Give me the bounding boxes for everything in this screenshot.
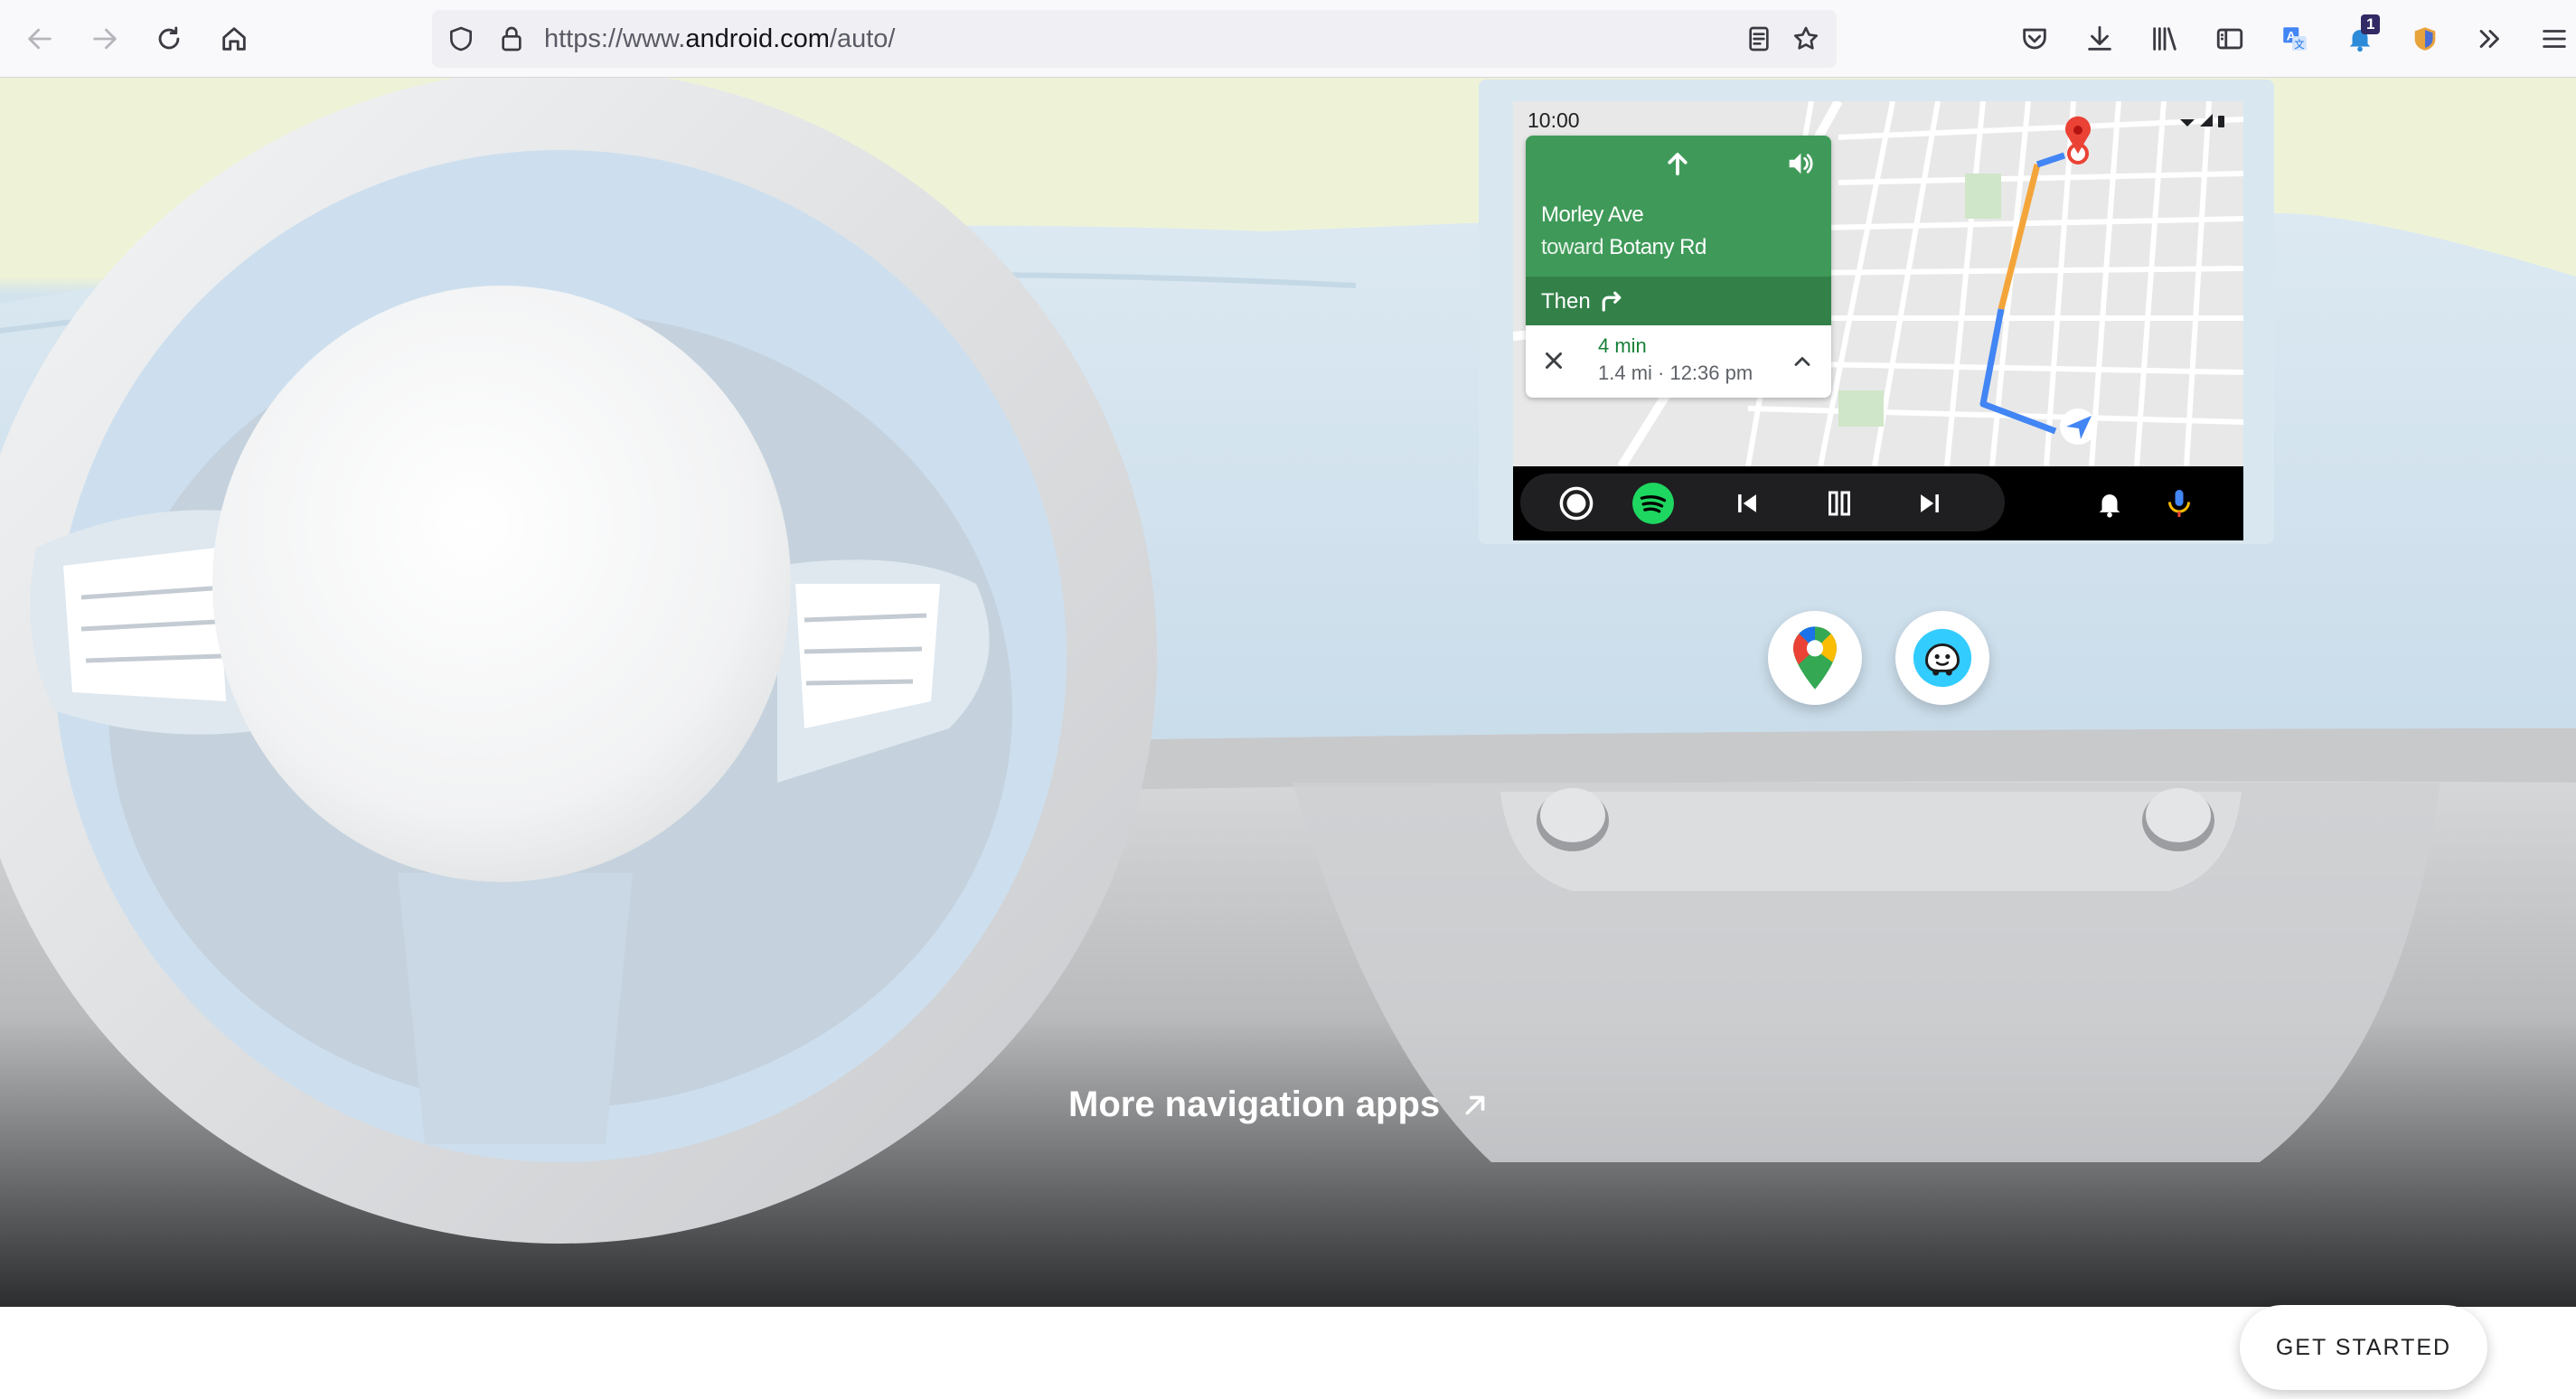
home-button[interactable] — [212, 17, 256, 61]
download-icon — [2088, 25, 2111, 51]
pocket-icon — [2023, 28, 2046, 50]
url-path: /auto/ — [829, 24, 896, 53]
extension-badge: 1 — [2361, 14, 2381, 34]
url-bar[interactable]: https://www.android.com/auto/ — [432, 10, 1837, 68]
pause-icon — [1829, 491, 1850, 516]
next-maneuver-panel: Then — [1526, 277, 1831, 325]
more-navigation-apps-link[interactable]: More navigation apps — [1068, 1084, 1490, 1125]
reader-view-icon[interactable] — [1741, 21, 1777, 57]
library-icon — [2153, 27, 2176, 51]
google-maps-app-button[interactable] — [1768, 611, 1862, 705]
bookmark-star-icon[interactable] — [1788, 21, 1824, 57]
reload-icon — [158, 26, 180, 50]
home-icon — [222, 27, 246, 51]
then-label: Then — [1541, 289, 1591, 314]
library-button[interactable] — [2143, 17, 2186, 61]
toward-prefix: toward — [1541, 235, 1604, 259]
notifications-button[interactable] — [2087, 481, 2132, 526]
browser-toolbar: https://www.android.com/auto/ A文 1 — [0, 0, 2576, 78]
pause-button[interactable] — [1817, 481, 1862, 526]
forward-button[interactable] — [83, 17, 127, 61]
get-started-button[interactable]: GET STARTED — [2240, 1305, 2487, 1390]
maneuver-street: Morley Ave — [1541, 202, 1644, 227]
more-link-label: More navigation apps — [1068, 1084, 1441, 1124]
hamburger-menu-icon — [2543, 30, 2566, 48]
previous-track-button[interactable] — [1725, 481, 1770, 526]
bell-icon — [2099, 494, 2120, 518]
shield-extension-button[interactable] — [2403, 17, 2447, 61]
launcher-circle-icon — [1559, 486, 1594, 521]
maneuver-toward: toward Botany Rd — [1541, 235, 1706, 260]
back-button[interactable] — [18, 17, 61, 61]
url-text[interactable]: https://www.android.com/auto/ — [544, 24, 895, 54]
reload-button[interactable] — [147, 17, 191, 61]
media-bar — [1513, 466, 2243, 540]
voice-assistant-button[interactable] — [2157, 481, 2202, 526]
next-track-button[interactable] — [1907, 481, 1952, 526]
skip-previous-icon — [1738, 494, 1756, 512]
downloads-button[interactable] — [2078, 17, 2121, 61]
translate-extension-button[interactable]: A文 — [2273, 17, 2317, 61]
tracking-protection-shield-icon[interactable] — [443, 21, 479, 57]
lock-icon[interactable] — [494, 21, 530, 57]
close-icon[interactable] — [1540, 347, 1567, 374]
status-time: 10:00 — [1528, 108, 1580, 132]
spotify-icon — [1632, 483, 1674, 524]
arrow-right-icon — [93, 28, 117, 50]
shield-extension-icon — [2414, 27, 2436, 51]
eta-minutes: 4 min — [1598, 334, 1647, 357]
svg-text:文: 文 — [2294, 38, 2304, 51]
pocket-button[interactable] — [2013, 17, 2056, 61]
overflow-button[interactable] — [2468, 17, 2512, 61]
sidebar-button[interactable] — [2208, 17, 2252, 61]
chevrons-right-icon — [2479, 30, 2499, 48]
menu-button[interactable] — [2533, 17, 2576, 61]
skip-next-icon — [1921, 494, 1939, 512]
url-host: android.com — [685, 24, 830, 53]
maneuver-panel: Morley Ave toward Botany Rd — [1526, 136, 1831, 277]
sidebar-icon — [2216, 28, 2243, 50]
chevron-up-icon[interactable] — [1790, 349, 1815, 374]
google-maps-icon — [1793, 626, 1837, 690]
arrow-up-right-icon — [1465, 1095, 1485, 1114]
arrow-left-icon — [28, 28, 52, 50]
arrow-up-icon — [1668, 153, 1688, 176]
eta-panel: 4 min 1.4 mi · 12:36 pm — [1526, 325, 1831, 398]
translate-icon: A文 — [2283, 27, 2307, 51]
eta-detail: 1.4 mi · 12:36 pm — [1598, 361, 1753, 384]
waze-icon — [1913, 628, 1972, 688]
launcher-button[interactable] — [1554, 481, 1599, 526]
toward-street: Botany Rd — [1609, 235, 1706, 259]
waze-app-button[interactable] — [1895, 611, 1989, 705]
microphone-icon — [2168, 490, 2190, 517]
turn-by-turn-card[interactable]: Morley Ave toward Botany Rd Then 4 min 1… — [1526, 136, 1831, 398]
url-prefix: https://www. — [544, 24, 686, 53]
android-auto-screen: 10:00 Morley Ave toward Botany Rd Then 4… — [1513, 101, 2243, 540]
spotify-button[interactable] — [1631, 481, 1676, 526]
turn-right-icon — [1602, 291, 1622, 312]
volume-icon[interactable] — [1784, 148, 1815, 179]
hero-section: 10:00 Morley Ave toward Botany Rd Then 4… — [0, 78, 2576, 1307]
